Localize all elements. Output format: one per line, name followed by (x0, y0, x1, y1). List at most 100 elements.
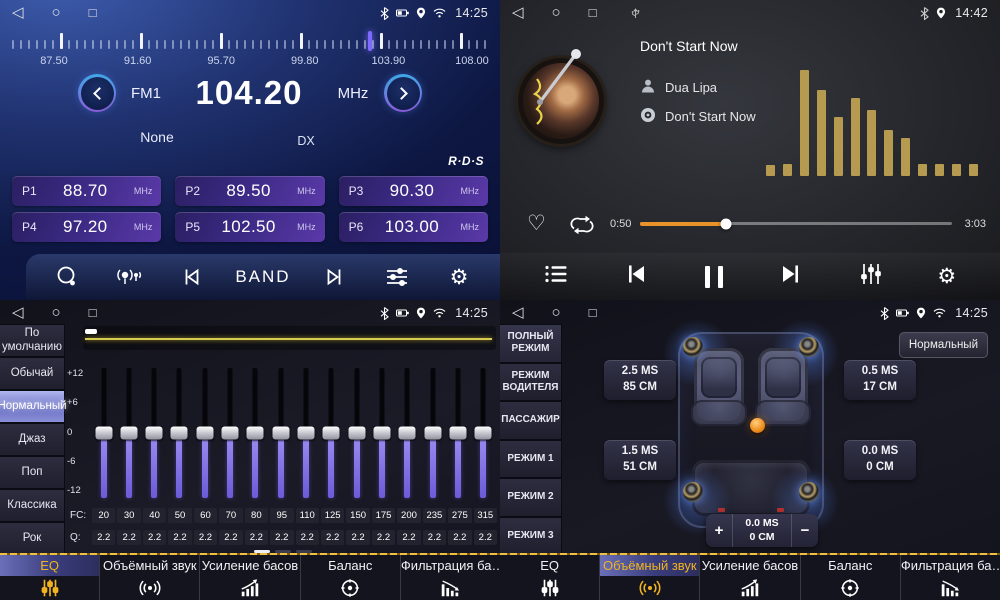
front-right-delay-button[interactable]: 0.5 MS 17 CM (844, 360, 916, 400)
slider-thumb[interactable] (146, 427, 163, 440)
fc-value[interactable]: 20 (92, 508, 115, 523)
slider-thumb[interactable] (247, 427, 264, 440)
tab-surround-sound[interactable]: Объёмный звук (100, 555, 200, 600)
equalizer-mixer-icon[interactable] (860, 262, 882, 291)
slider-thumb[interactable] (450, 427, 467, 440)
q-value[interactable]: 2.2 (474, 530, 497, 545)
eq-preset-pop[interactable]: Поп (0, 456, 65, 489)
mode-1[interactable]: РЕЖИМ 1 (500, 440, 562, 479)
q-value[interactable]: 2.2 (296, 530, 319, 545)
slider-thumb[interactable] (171, 427, 188, 440)
fc-value[interactable]: 50 (168, 508, 191, 523)
repeat-icon[interactable] (568, 214, 596, 236)
fc-value[interactable]: 175 (372, 508, 395, 523)
tune-up-button[interactable] (384, 74, 422, 112)
slider-thumb[interactable] (424, 427, 441, 440)
mode-2[interactable]: РЕЖИМ 2 (500, 478, 562, 517)
fc-value[interactable]: 275 (448, 508, 471, 523)
rear-right-delay-button[interactable]: 0.0 MS 0 CM (844, 440, 916, 480)
tab-filter[interactable]: Фильтрация ба… (401, 555, 500, 600)
previous-track-icon[interactable] (623, 262, 649, 291)
fc-value[interactable]: 80 (245, 508, 268, 523)
preset-button-p1[interactable]: P188.70MHz (12, 176, 161, 206)
preset-button-p3[interactable]: P390.30MHz (339, 176, 488, 206)
slider-thumb[interactable] (323, 427, 340, 440)
settings-gear-icon[interactable]: ⚙ (937, 266, 956, 287)
next-station-icon[interactable] (318, 265, 352, 289)
playlist-icon[interactable] (544, 264, 568, 289)
q-value[interactable]: 2.2 (219, 530, 242, 545)
tune-down-button[interactable] (78, 74, 116, 112)
fc-value[interactable]: 110 (296, 508, 319, 523)
mode-3[interactable]: РЕЖИМ 3 (500, 517, 562, 556)
eq-band-slider[interactable] (375, 368, 390, 498)
q-value[interactable]: 2.2 (346, 530, 369, 545)
rear-left-speaker-icon[interactable] (683, 482, 703, 502)
slider-thumb[interactable] (272, 427, 289, 440)
q-value[interactable]: 2.2 (194, 530, 217, 545)
tab-bass-boost[interactable]: Усиление басов (700, 555, 800, 600)
eq-band-slider[interactable] (172, 368, 187, 498)
front-left-delay-button[interactable]: 2.5 MS 85 CM (604, 360, 676, 400)
eq-band-slider[interactable] (96, 368, 111, 498)
scan-icon[interactable] (50, 265, 84, 289)
next-track-icon[interactable] (778, 262, 804, 291)
tab-eq[interactable]: EQ (500, 555, 600, 600)
settings-gear-icon[interactable]: ⚙ (442, 267, 476, 288)
eq-band-slider[interactable] (248, 368, 263, 498)
fc-value[interactable]: 70 (219, 508, 242, 523)
q-value[interactable]: 2.2 (423, 530, 446, 545)
eq-band-slider[interactable] (324, 368, 339, 498)
nav-home-button[interactable]: ○ (552, 300, 561, 326)
eq-band-slider[interactable] (299, 368, 314, 498)
slider-thumb[interactable] (399, 427, 416, 440)
slider-thumb[interactable] (196, 427, 213, 440)
slider-thumb[interactable] (298, 427, 315, 440)
q-value[interactable]: 2.2 (92, 530, 115, 545)
front-right-speaker-icon[interactable] (799, 337, 819, 357)
q-value[interactable]: 2.2 (397, 530, 420, 545)
nav-recents-button[interactable]: □ (589, 0, 597, 26)
listening-position-ball[interactable] (750, 418, 765, 433)
eq-band-slider[interactable] (451, 368, 466, 498)
nav-home-button[interactable]: ○ (552, 0, 561, 26)
slider-thumb[interactable] (348, 427, 365, 440)
preset-button-p4[interactable]: P497.20MHz (12, 212, 161, 242)
dx-broadcast-icon[interactable] (112, 266, 146, 288)
sound-profile-button[interactable]: Нормальный (899, 332, 988, 358)
tab-balance[interactable]: Баланс (301, 555, 401, 600)
nav-back-button[interactable]: ◁ (12, 300, 24, 326)
pause-icon[interactable] (705, 266, 723, 288)
q-value[interactable]: 2.2 (448, 530, 471, 545)
progress-thumb[interactable] (720, 218, 731, 229)
audio-settings-icon[interactable] (380, 266, 414, 288)
fc-value[interactable]: 200 (397, 508, 420, 523)
slider-thumb[interactable] (374, 427, 391, 440)
fc-value[interactable]: 235 (423, 508, 446, 523)
fc-value[interactable]: 95 (270, 508, 293, 523)
eq-preset-classic[interactable]: Классика (0, 489, 65, 522)
nav-recents-button[interactable]: □ (89, 300, 97, 326)
tab-balance[interactable]: Баланс (801, 555, 901, 600)
fc-value[interactable]: 150 (346, 508, 369, 523)
eq-preset-default[interactable]: По умолчанию (0, 324, 65, 357)
fc-value[interactable]: 30 (117, 508, 140, 523)
q-value[interactable]: 2.2 (245, 530, 268, 545)
fc-value[interactable]: 315 (474, 508, 497, 523)
rear-left-delay-button[interactable]: 1.5 MS 51 CM (604, 440, 676, 480)
delay-increase-button[interactable]: + (706, 514, 733, 547)
nav-home-button[interactable]: ○ (52, 0, 61, 26)
fc-value[interactable]: 125 (321, 508, 344, 523)
mode-full[interactable]: ПОЛНЫЙ РЕЖИМ (500, 324, 562, 363)
favorite-heart-icon[interactable]: ♡ (527, 211, 546, 236)
eq-band-slider[interactable] (400, 368, 415, 498)
q-value[interactable]: 2.2 (168, 530, 191, 545)
progress-bar[interactable] (640, 222, 952, 225)
tab-surround-sound[interactable]: Объёмный звук (600, 555, 700, 600)
eq-band-slider[interactable] (197, 368, 212, 498)
nav-recents-button[interactable]: □ (89, 0, 97, 26)
previous-station-icon[interactable] (174, 265, 208, 289)
rear-right-speaker-icon[interactable] (799, 482, 819, 502)
preset-button-p5[interactable]: P5102.50MHz (175, 212, 324, 242)
eq-band-slider[interactable] (121, 368, 136, 498)
